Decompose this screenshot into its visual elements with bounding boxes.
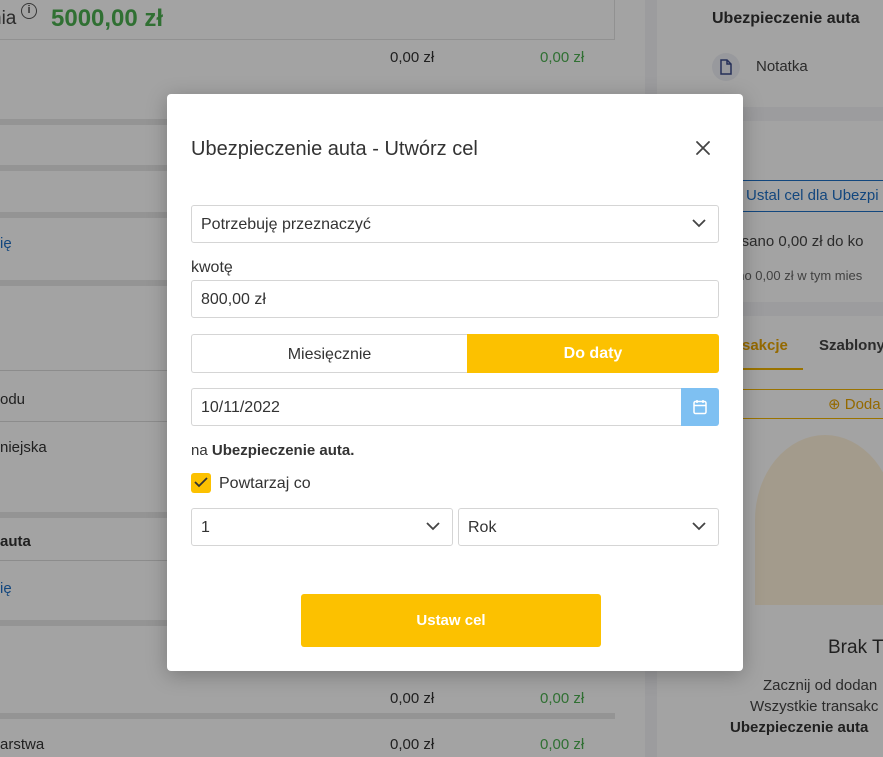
close-icon[interactable] — [693, 138, 713, 158]
repeat-unit-select[interactable]: Rok — [458, 508, 719, 546]
date-input[interactable]: 10/11/2022 — [191, 388, 682, 426]
check-icon — [194, 477, 208, 488]
chevron-down-icon — [692, 219, 706, 228]
amount-label: kwotę — [191, 259, 233, 276]
goal-type-value: Potrzebuję przeznaczyć — [201, 216, 371, 233]
target-name: Ubezpieczenie auta. — [211, 442, 355, 459]
modal-title: Ubezpieczenie auta - Utwórz cel — [191, 138, 478, 160]
repeat-checkbox[interactable] — [191, 473, 211, 493]
calendar-icon[interactable] — [681, 388, 719, 426]
create-goal-modal: Ubezpieczenie auta - Utwórz cel Potrzebu… — [167, 94, 743, 671]
repeat-label[interactable]: Powtarzaj co — [219, 475, 311, 493]
segment-monthly[interactable]: Miesięcznie — [191, 334, 467, 373]
segment-until-date[interactable]: Do daty — [467, 334, 719, 373]
repeat-count-value: 1 — [201, 519, 210, 536]
target-prefix: na — [191, 442, 208, 459]
target-line: na Ubezpieczenie auta. — [191, 442, 354, 459]
chevron-down-icon — [692, 522, 706, 531]
amount-input[interactable]: 800,00 zł — [191, 280, 719, 318]
chevron-down-icon — [426, 522, 440, 531]
repeat-unit-value: Rok — [468, 519, 497, 536]
set-goal-submit-button[interactable]: Ustaw cel — [301, 594, 601, 647]
repeat-count-select[interactable]: 1 — [191, 508, 453, 546]
goal-type-select[interactable]: Potrzebuję przeznaczyć — [191, 205, 719, 243]
